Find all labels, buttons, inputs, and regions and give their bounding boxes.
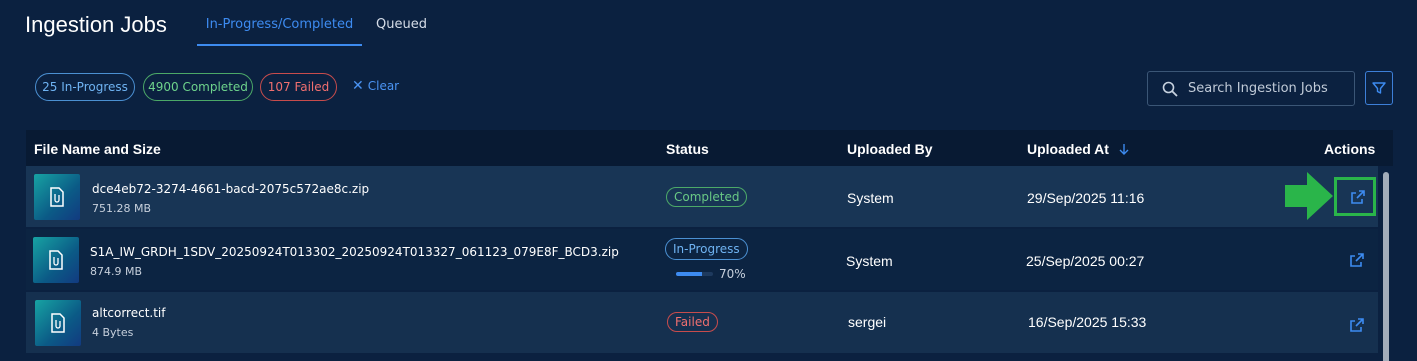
close-icon: ✕ — [352, 78, 364, 94]
filter-button[interactable] — [1365, 71, 1393, 105]
column-uploaded-at[interactable]: Uploaded At — [1027, 141, 1130, 157]
uploaded-by: System — [846, 253, 893, 269]
arrow-down-icon — [1119, 144, 1129, 155]
search-box[interactable] — [1147, 71, 1355, 106]
column-uploaded-at-label: Uploaded At — [1027, 141, 1109, 157]
column-status: Status — [666, 141, 709, 157]
arrow-right-icon — [1285, 172, 1333, 220]
tab-in-progress-completed[interactable]: In-Progress/Completed — [197, 17, 362, 46]
completed-filter-chip[interactable]: 4900 Completed — [143, 73, 253, 101]
uploaded-at: 29/Sep/2025 11:16 — [1027, 190, 1145, 206]
file-size: 751.28 MB — [92, 202, 152, 215]
scrollbar-thumb[interactable] — [1383, 172, 1389, 361]
progress-bar — [676, 272, 713, 276]
table-row[interactable]: S1A_IW_GRDH_1SDV_20250924T013302_2025092… — [26, 229, 1378, 290]
file-size: 874.9 MB — [90, 265, 143, 278]
file-attachment-icon — [35, 300, 81, 346]
file-attachment-icon — [33, 237, 79, 283]
file-name: dce4eb72-3274-4661-bacd-2075c572ae8c.zip — [92, 182, 370, 196]
column-uploaded-by: Uploaded By — [847, 141, 933, 157]
status-badge: Failed — [667, 312, 718, 332]
column-actions: Actions — [1324, 141, 1376, 157]
file-attachment-icon — [34, 174, 80, 220]
file-name: S1A_IW_GRDH_1SDV_20250924T013302_2025092… — [90, 245, 619, 259]
file-name: altcorrect.tif — [92, 306, 166, 320]
clear-label: Clear — [367, 79, 400, 93]
page-title: Ingestion Jobs — [25, 12, 167, 37]
uploaded-by: sergei — [848, 314, 887, 330]
open-external-icon[interactable] — [1349, 317, 1365, 333]
search-input[interactable] — [1188, 81, 1348, 96]
failed-filter-chip[interactable]: 107 Failed — [260, 73, 337, 101]
table-header: File Name and Size Status Uploaded By Up… — [26, 130, 1393, 166]
uploaded-by: System — [847, 190, 894, 206]
progress-bar-fill — [676, 272, 702, 276]
in-progress-filter-chip[interactable]: 25 In-Progress — [35, 73, 135, 101]
filter-icon — [1372, 82, 1386, 94]
tab-queued[interactable]: Queued — [376, 17, 427, 46]
search-icon — [1162, 81, 1178, 97]
status-badge: Completed — [666, 187, 748, 207]
action-highlight-box — [1334, 177, 1376, 216]
status-badge: In-Progress — [665, 238, 748, 260]
open-external-icon[interactable] — [1349, 252, 1365, 268]
table-scrollbar[interactable] — [1380, 166, 1393, 361]
ingestion-jobs-table: File Name and Size Status Uploaded By Up… — [26, 130, 1393, 353]
uploaded-at: 25/Sep/2025 00:27 — [1026, 253, 1145, 269]
table-row[interactable]: dce4eb72-3274-4661-bacd-2075c572ae8c.zip… — [26, 166, 1378, 227]
column-file-name-size: File Name and Size — [34, 141, 161, 157]
clear-filters-button[interactable]: ✕ Clear — [352, 79, 399, 93]
uploaded-at: 16/Sep/2025 15:33 — [1028, 314, 1147, 330]
file-size: 4 Bytes — [92, 326, 134, 339]
progress-percent: 70% — [719, 267, 746, 281]
table-row[interactable]: altcorrect.tif 4 Bytes Failed sergei 16/… — [26, 292, 1378, 353]
